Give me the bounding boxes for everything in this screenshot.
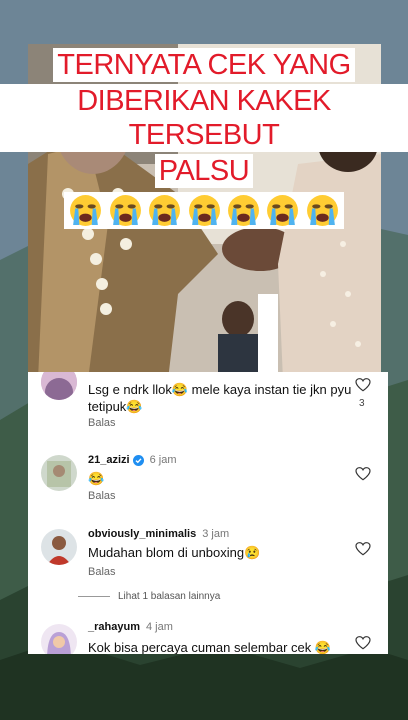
username[interactable]: obviously_minimalis 3 jam: [88, 528, 229, 540]
video-caption: TERNYATA CEK YANG DIBERIKAN KAKEK TERSEB…: [0, 48, 408, 229]
avatar-image: [41, 529, 77, 565]
heart-icon[interactable]: [355, 467, 371, 481]
avatar[interactable]: [41, 529, 77, 565]
username-text: obviously_minimalis: [88, 528, 197, 540]
loudly-crying-face-icon: [306, 195, 338, 226]
heart-icon[interactable]: [355, 542, 371, 556]
crying-emoji-row: [64, 192, 344, 229]
divider: [78, 595, 110, 597]
avatar-image: [41, 372, 77, 400]
caption-line-3: PALSU: [154, 154, 254, 188]
loudly-crying-face-icon: [109, 195, 141, 226]
comment-text: 😂: [88, 471, 105, 486]
comment-text: Mudahan blom di unboxing😢: [88, 545, 261, 560]
avatar-image: [41, 624, 77, 654]
heart-icon[interactable]: [355, 378, 371, 392]
comment-list[interactable]: Lsg e ndrk llok😂 mele kaya instan tie jk…: [28, 372, 388, 654]
comment-text: Lsg e ndrk llok😂 mele kaya instan tie jk…: [88, 382, 352, 414]
username-text: 21_azizi: [88, 454, 130, 466]
username[interactable]: 21_azizi 6 jam: [88, 454, 177, 466]
verified-badge-icon: [132, 454, 144, 466]
reply-button[interactable]: Balas: [88, 566, 116, 578]
username-text: _rahayum: [88, 621, 140, 633]
loudly-crying-face-icon: [149, 195, 181, 226]
comment-text: Kok bisa percaya cuman selembar cek 😂: [88, 640, 332, 654]
username[interactable]: _rahayum 4 jam: [88, 621, 173, 633]
caption-line-1: TERNYATA CEK YANG: [53, 48, 355, 82]
view-more-replies-button[interactable]: Lihat 1 balasan lainnya: [78, 591, 220, 602]
loudly-crying-face-icon: [227, 195, 259, 226]
avatar[interactable]: [41, 455, 77, 491]
heart-icon[interactable]: [355, 636, 371, 650]
like-count: 3: [359, 398, 365, 409]
loudly-crying-face-icon: [188, 195, 220, 226]
view-more-replies-text: Lihat 1 balasan lainnya: [118, 591, 221, 602]
avatar-image: [41, 455, 77, 491]
loudly-crying-face-icon: [70, 195, 102, 226]
caption-line-2: DIBERIKAN KAKEK TERSEBUT: [0, 84, 408, 152]
avatar[interactable]: [41, 372, 77, 400]
comment-time: 3 jam: [202, 528, 230, 540]
avatar[interactable]: [41, 624, 77, 654]
reply-button[interactable]: Balas: [88, 417, 116, 429]
reply-button[interactable]: Balas: [88, 490, 116, 502]
loudly-crying-face-icon: [267, 195, 299, 226]
comment-time: 4 jam: [145, 621, 173, 633]
comment-time: 6 jam: [149, 454, 177, 466]
